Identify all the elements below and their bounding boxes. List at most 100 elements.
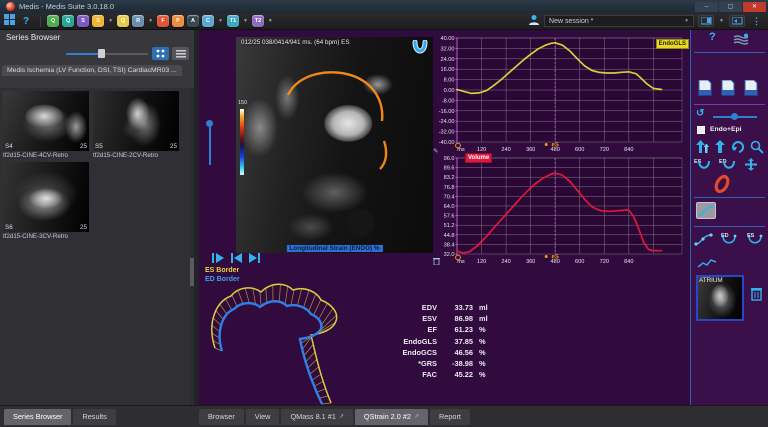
session-value: New session *	[549, 18, 593, 25]
chevron-down-icon: ▼	[684, 18, 689, 24]
qstrain-workspace: 012/25 038/0414/941 ms. (64 bpm) ES 150 …	[199, 30, 690, 405]
svg-text:89.6: 89.6	[444, 166, 455, 172]
tab-browser[interactable]: Browser	[199, 409, 244, 425]
toolbar-app-icon[interactable]: Q	[62, 15, 74, 27]
undo-icon[interactable]: ↺	[696, 108, 704, 119]
toolbar-app-icon[interactable]: F	[157, 15, 169, 27]
layers-icon[interactable]	[733, 33, 749, 51]
svg-text:0.00: 0.00	[444, 88, 455, 94]
toolbar-app-icon[interactable]: S	[92, 15, 104, 27]
tab-qstrain-2-0-2[interactable]: QStrain 2.0 #2↗	[355, 409, 428, 425]
svg-text:720: 720	[600, 147, 609, 153]
svg-text:38.4: 38.4	[444, 242, 455, 248]
series-browser-panel: Series Browser Medis Ischemia (LV Functi…	[0, 30, 199, 405]
curve-tool-button[interactable]	[696, 202, 716, 219]
endogls-strain-chart[interactable]: EndoGLS ✎ 40.0032.0024.0016.008.000.00-8…	[431, 35, 687, 155]
roi-ring-icon[interactable]	[711, 173, 733, 200]
delete-chart-icon[interactable]	[433, 257, 440, 267]
main-toolbar: ? QQSS▼QR▼FPAC▼T1▼T2▼ New session * ▼ ▼ …	[0, 13, 768, 30]
help-button[interactable]: ?	[23, 16, 29, 27]
measurement-row: *GRS-38.98%	[387, 358, 503, 369]
export-button-3[interactable]	[744, 80, 758, 101]
app-launcher-icon[interactable]	[4, 12, 15, 30]
toolbar-app-icon[interactable]: A	[187, 15, 199, 27]
chevron-down-icon[interactable]: ▼	[719, 18, 724, 24]
tab-qmass-8-1-1[interactable]: QMass 8.1 #1↗	[281, 409, 352, 425]
divider	[694, 226, 765, 227]
series-thumbnail[interactable]: S425tf2d15-CINE-4CV-Retro	[3, 91, 89, 160]
svg-text:eS: eS	[552, 255, 559, 261]
frame-slider[interactable]	[209, 127, 211, 165]
tab-view[interactable]: View	[246, 409, 280, 425]
thumbnail-size-slider-handle[interactable]	[98, 49, 105, 58]
atrium-view-thumbnail[interactable]: ATRIUM	[696, 275, 744, 321]
session-select[interactable]: New session * ▼	[544, 15, 694, 27]
toolbar-app-icon[interactable]: T2	[252, 15, 264, 27]
tab-results[interactable]: Results	[73, 409, 115, 425]
maximize-button[interactable]: ▢	[719, 2, 742, 12]
toolbar-app-icon[interactable]: S	[77, 15, 89, 27]
volume-chart[interactable]: Volume 96.089.683.276.870.464.057.651.24…	[431, 155, 687, 267]
tab-report[interactable]: Report	[430, 409, 470, 425]
layout-switch-button[interactable]	[729, 15, 745, 27]
help-button[interactable]: ?	[709, 31, 716, 43]
series-thumbnail[interactable]: S525tf2d15-CINE-2CV-Retro	[93, 91, 179, 160]
divider	[694, 197, 765, 198]
es-ed-contour-plot	[199, 262, 419, 405]
svg-text:57.6: 57.6	[444, 214, 455, 220]
study-tab[interactable]: Medis Ischemia (LV Function, DSI, TSI) C…	[2, 65, 182, 76]
thumbnail-size-slider[interactable]	[66, 53, 148, 55]
measurement-row: ESV86.98ml	[387, 313, 503, 324]
toolbar-app-icon[interactable]: Q	[117, 15, 129, 27]
chevron-down-icon[interactable]: ▼	[268, 18, 273, 24]
measurement-row: EndoGCS46.56%	[387, 347, 503, 358]
tab-series-browser[interactable]: Series Browser	[4, 409, 71, 425]
svg-text:600: 600	[575, 259, 584, 265]
frame-count: 25	[80, 143, 87, 150]
toolbar-app-icon[interactable]: Q	[47, 15, 59, 27]
trash-icon[interactable]	[750, 286, 763, 306]
edit-chart-icon[interactable]: ✎	[433, 147, 438, 155]
chevron-down-icon[interactable]: ▼	[243, 18, 248, 24]
overflow-menu-icon[interactable]: ⋮	[752, 16, 761, 27]
measurement-results: EDV33.73mlESV86.98mlEF61.23%EndoGLS37.85…	[387, 302, 503, 380]
toolbar-app-icon[interactable]: T1	[227, 15, 239, 27]
toolbar-app-icon[interactable]: P	[172, 15, 184, 27]
layout-button[interactable]	[698, 15, 714, 27]
svg-text:83.2: 83.2	[444, 175, 455, 181]
chevron-down-icon[interactable]: ▼	[218, 18, 223, 24]
chevron-down-icon[interactable]: ▼	[148, 18, 153, 24]
export-button-2[interactable]	[721, 80, 735, 101]
svg-text:44.8: 44.8	[444, 233, 455, 239]
opacity-slider-handle[interactable]	[731, 113, 738, 120]
export-button-1[interactable]	[698, 80, 712, 101]
svg-text:32.0: 32.0	[444, 252, 455, 258]
graph-icon[interactable]	[697, 256, 717, 274]
es-curve-icon[interactable]: ES	[744, 231, 766, 252]
svg-text:32.00: 32.00	[441, 46, 455, 52]
move-icon[interactable]	[743, 157, 759, 177]
minimize-button[interactable]: –	[695, 2, 718, 12]
close-button[interactable]: ✕	[743, 2, 766, 12]
svg-text:96.0: 96.0	[444, 156, 455, 162]
toolbar-separator	[40, 16, 41, 27]
series-number: S4	[5, 143, 13, 150]
svg-text:ED: ED	[719, 159, 727, 165]
edit-points-icon[interactable]	[694, 231, 714, 252]
list-view-button[interactable]	[172, 47, 189, 60]
scrollbar[interactable]	[190, 88, 194, 405]
svg-text:16.00: 16.00	[441, 67, 455, 73]
strain-mode-label[interactable]: Longitudinal Strain (ENDO) %	[286, 245, 382, 252]
ed-curve-icon[interactable]: ED	[718, 231, 740, 252]
toolbar-app-icon[interactable]: C	[202, 15, 214, 27]
atrium-contour	[236, 37, 433, 253]
grid-view-button[interactable]	[152, 47, 169, 60]
svg-text:76.8: 76.8	[444, 185, 455, 191]
svg-text:eS: eS	[552, 143, 559, 149]
endo-epi-checkbox[interactable]	[697, 126, 705, 134]
toolbar-app-icon[interactable]: R	[132, 15, 144, 27]
series-thumbnail[interactable]: S625tf2d15-CINE-3CV-Retro	[3, 162, 89, 241]
frame-slider-handle[interactable]	[206, 120, 213, 127]
cine-mri-viewport[interactable]: 012/25 038/0414/941 ms. (64 bpm) ES 150 …	[236, 37, 433, 253]
chevron-down-icon[interactable]: ▼	[108, 18, 113, 24]
